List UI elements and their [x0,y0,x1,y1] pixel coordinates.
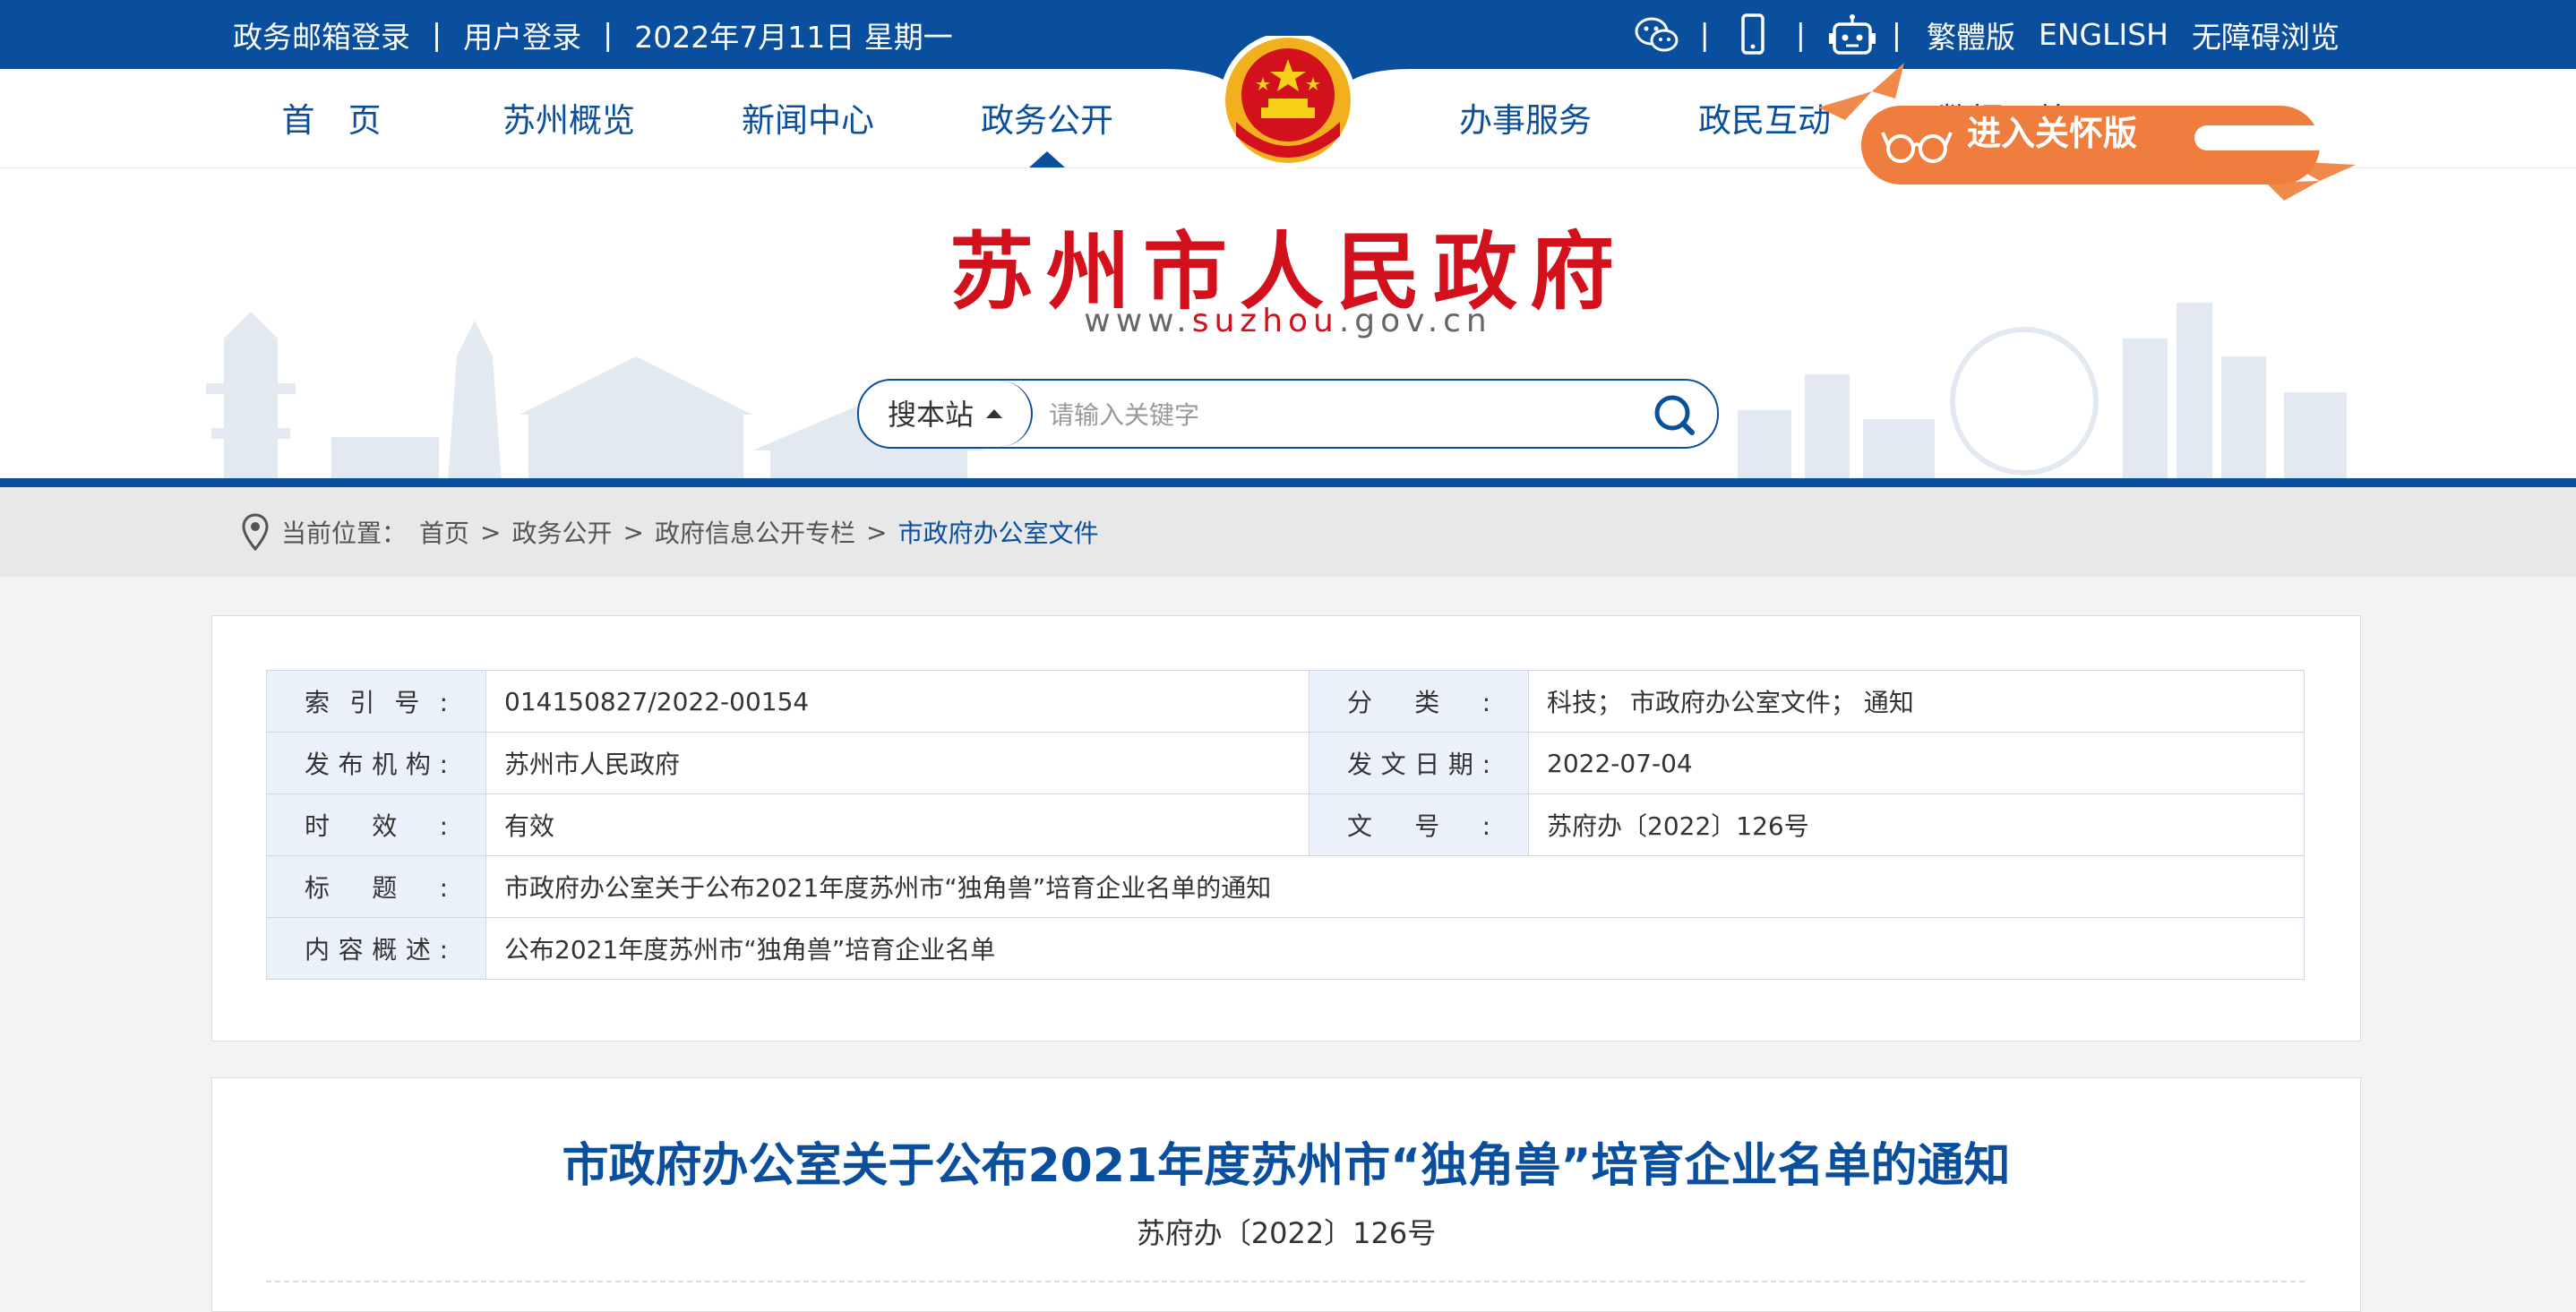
divider: | [603,17,614,52]
breadcrumb-current[interactable]: 市政府办公室文件 [897,514,1098,550]
article-divider [266,1281,2305,1282]
divider: | [1891,17,1902,52]
doc-number-label: 文号: [1309,793,1529,856]
top-bar-left: 政务邮箱登录 | 用户登录 | 2022年7月11日 星期一 [233,0,953,69]
nav-services[interactable]: 办事服务 [1418,69,1633,167]
index-value: 014150827/2022-00154 [485,670,1309,733]
mobile-icon[interactable] [1730,13,1776,56]
table-row: 标题: 市政府办公室关于公布2021年度苏州市“独角兽”培育企业名单的通知 [266,855,2305,918]
table-row: 内容概述: 公布2021年度苏州市“独角兽”培育企业名单 [266,917,2305,980]
robot-icon[interactable] [1825,13,1876,56]
nav-home[interactable]: 首 页 [224,69,439,167]
breadcrumb-info-column[interactable]: 政府信息公开专栏 [655,514,855,550]
wechat-icon[interactable] [1634,13,1680,56]
date-value: 2022-07-04 [1528,732,2305,794]
search-bar: 搜本站 [857,379,1719,449]
national-emblem-logo[interactable] [1164,32,1412,170]
breadcrumb-separator: > [866,517,888,547]
index-label: 索引号: [266,670,486,733]
breadcrumb-separator: > [480,517,502,547]
nav-government-affairs[interactable]: 政务公开 [940,69,1155,167]
divider: | [1795,17,1806,52]
url-suffix: .gov.cn [1338,303,1492,339]
location-pin-icon [242,513,269,551]
validity-label: 时效: [266,793,486,856]
user-login-link[interactable]: 用户登录 [463,13,581,56]
divider: | [1699,17,1710,52]
document-meta-panel: 索引号: 014150827/2022-00154 分类: 科技； 市政府办公室… [211,615,2361,1042]
document-meta-table: 索引号: 014150827/2022-00154 分类: 科技； 市政府办公室… [266,670,2305,980]
title-value: 市政府办公室关于公布2021年度苏州市“独角兽”培育企业名单的通知 [485,855,2305,918]
mail-login-link[interactable]: 政务邮箱登录 [233,13,410,56]
article-panel: 市政府办公室关于公布2021年度苏州市“独角兽”培育企业名单的通知 苏府办〔20… [211,1077,2361,1312]
table-row: 发布机构: 苏州市人民政府 发文日期: 2022-07-04 [266,732,2305,794]
accessibility-link[interactable]: 无障碍浏览 [2192,13,2340,56]
url-prefix: www. [1084,303,1192,339]
summary-label: 内容概述: [266,917,486,980]
category-value: 科技； 市政府办公室文件； 通知 [1528,670,2305,733]
breadcrumb-label: 当前位置： [281,519,408,548]
nav-suzhou-overview[interactable]: 苏州概览 [461,69,676,167]
site-header: 苏州市人民政府 www.suzhou.gov.cn 搜本站 [0,168,2576,487]
breadcrumb: 当前位置： 首页 > 政务公开 > 政府信息公开专栏 > 市政府办公室文件 [0,487,2576,577]
publisher-value: 苏州市人民政府 [485,732,1309,794]
current-date: 2022年7月11日 星期一 [634,19,953,55]
table-row: 时效: 有效 文号: 苏府办〔2022〕126号 [266,793,2305,856]
header-divider [0,478,2576,487]
date-label: 发文日期: [1309,732,1529,794]
breadcrumb-government-affairs[interactable]: 政务公开 [512,514,613,550]
article-title: 市政府办公室关于公布2021年度苏州市“独角兽”培育企业名单的通知 [562,1139,2011,1193]
search-input[interactable] [1047,390,1606,440]
summary-value: 公布2021年度苏州市“独角兽”培育企业名单 [485,917,2305,980]
search-scope-select[interactable]: 搜本站 [859,381,1033,447]
nav-news-center[interactable]: 新闻中心 [700,69,915,167]
title-label: 标题: [266,855,486,918]
category-label: 分类: [1309,670,1529,733]
table-row: 索引号: 014150827/2022-00154 分类: 科技； 市政府办公室… [266,670,2305,733]
url-domain: suzhou [1191,303,1339,339]
article-doc-number: 苏府办〔2022〕126号 [1136,1216,1437,1250]
publisher-label: 发布机构: [266,732,486,794]
doc-number-value: 苏府办〔2022〕126号 [1528,793,2305,856]
site-url: www.suzhou.gov.cn [0,303,2576,339]
breadcrumb-separator: > [623,517,644,547]
divider: | [432,17,442,52]
caret-up-icon [986,409,1002,418]
traditional-chinese-link[interactable]: 繁體版 [1927,13,2015,56]
breadcrumb-home[interactable]: 首页 [419,514,469,550]
search-scope-label: 搜本站 [887,398,974,432]
search-icon[interactable] [1651,391,1697,438]
english-link[interactable]: ENGLISH [2039,17,2168,52]
care-mode-label[interactable]: 进入关怀版 [1967,106,2137,155]
validity-value: 有效 [485,793,1309,856]
